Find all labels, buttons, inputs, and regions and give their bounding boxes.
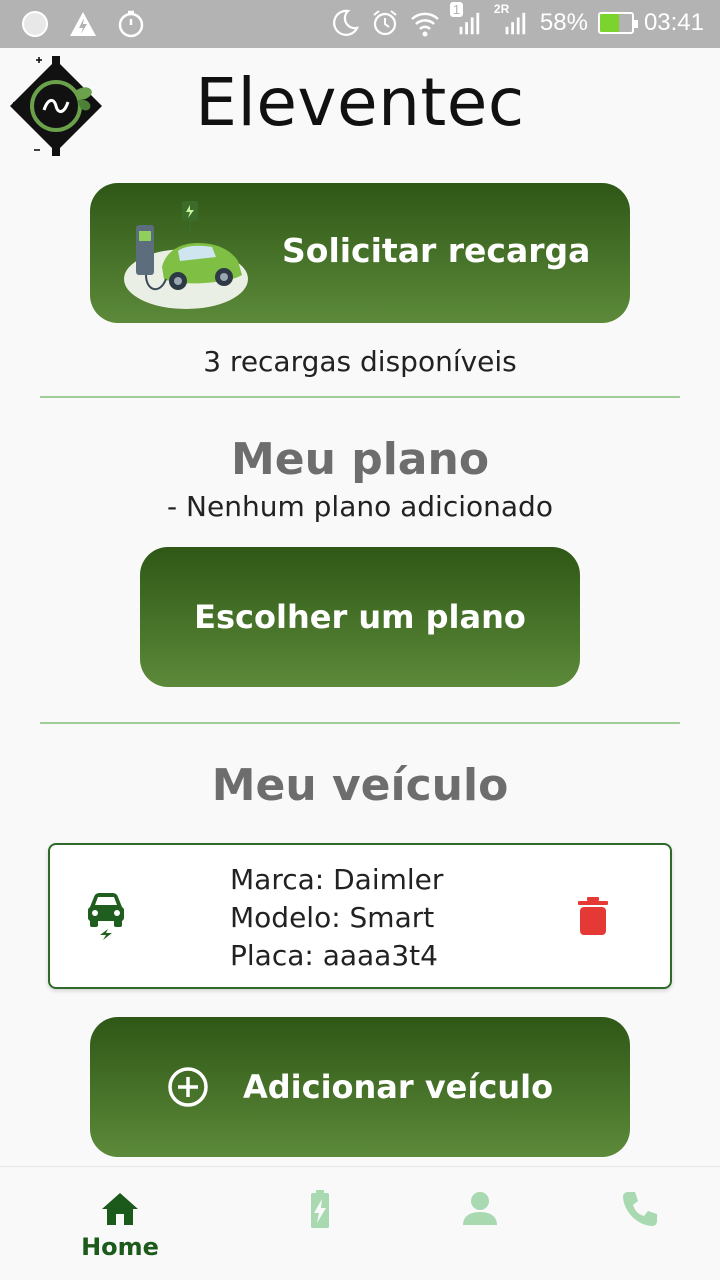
brightness-icon: [22, 11, 48, 37]
wifi-icon: [411, 12, 439, 37]
plan-status-text: - Nenhum plano adicionado: [167, 490, 553, 523]
clock: 03:41: [643, 9, 704, 36]
request-recharge-button[interactable]: Solicitar recarga: [90, 183, 630, 323]
add-vehicle-label: Adicionar veículo: [242, 1068, 554, 1106]
battery-percent: 58%: [539, 9, 588, 36]
request-recharge-label: Solicitar recarga: [282, 231, 591, 270]
home-icon: [102, 1193, 138, 1225]
divider: [40, 396, 680, 398]
phone-icon: [623, 1192, 657, 1226]
available-recharges-text: 3 recargas disponíveis: [203, 345, 517, 378]
person-icon: [463, 1192, 497, 1225]
alert-icon: [70, 12, 96, 36]
vehicle-model: Modelo: Smart: [230, 901, 435, 934]
status-bar: 1 2R 58% 03:41: [0, 0, 720, 48]
battery-icon: [597, 12, 638, 34]
alarm-icon: [373, 10, 397, 36]
my-vehicle-title: Meu veículo: [211, 760, 509, 811]
do-not-disturb-icon: [333, 9, 359, 36]
nav-home[interactable]: Home: [30, 1167, 210, 1280]
vehicle-card[interactable]: Marca: Daimler Modelo: Smart Placa: aaaa…: [48, 843, 672, 989]
choose-plan-label: Escolher um plano: [194, 598, 526, 636]
add-vehicle-button[interactable]: Adicionar veículo: [90, 1017, 630, 1157]
signal-sim2-icon: 2R: [494, 2, 530, 38]
timer-icon: [118, 10, 144, 38]
nav-contact[interactable]: [550, 1167, 720, 1280]
battery-charging-icon: [311, 1190, 329, 1228]
ev-charging-car-icon: [124, 201, 248, 309]
add-circle-icon: [168, 1067, 208, 1107]
choose-plan-button[interactable]: Escolher um plano: [140, 547, 580, 687]
app-title: Eleventec: [195, 64, 525, 141]
electric-car-icon: [88, 893, 124, 940]
vehicle-brand: Marca: Daimler: [230, 863, 444, 896]
nav-home-label: Home: [81, 1233, 159, 1261]
vehicle-plate: Placa: aaaa3t4: [230, 939, 438, 972]
my-plan-title: Meu plano: [230, 434, 490, 485]
signal-sim1-icon: 1: [449, 2, 484, 38]
nav-recharge[interactable]: [230, 1167, 410, 1280]
divider: [40, 722, 680, 724]
nav-profile[interactable]: [390, 1167, 570, 1280]
trash-icon[interactable]: [578, 897, 608, 935]
bottom-navigation: Home: [0, 1166, 720, 1280]
